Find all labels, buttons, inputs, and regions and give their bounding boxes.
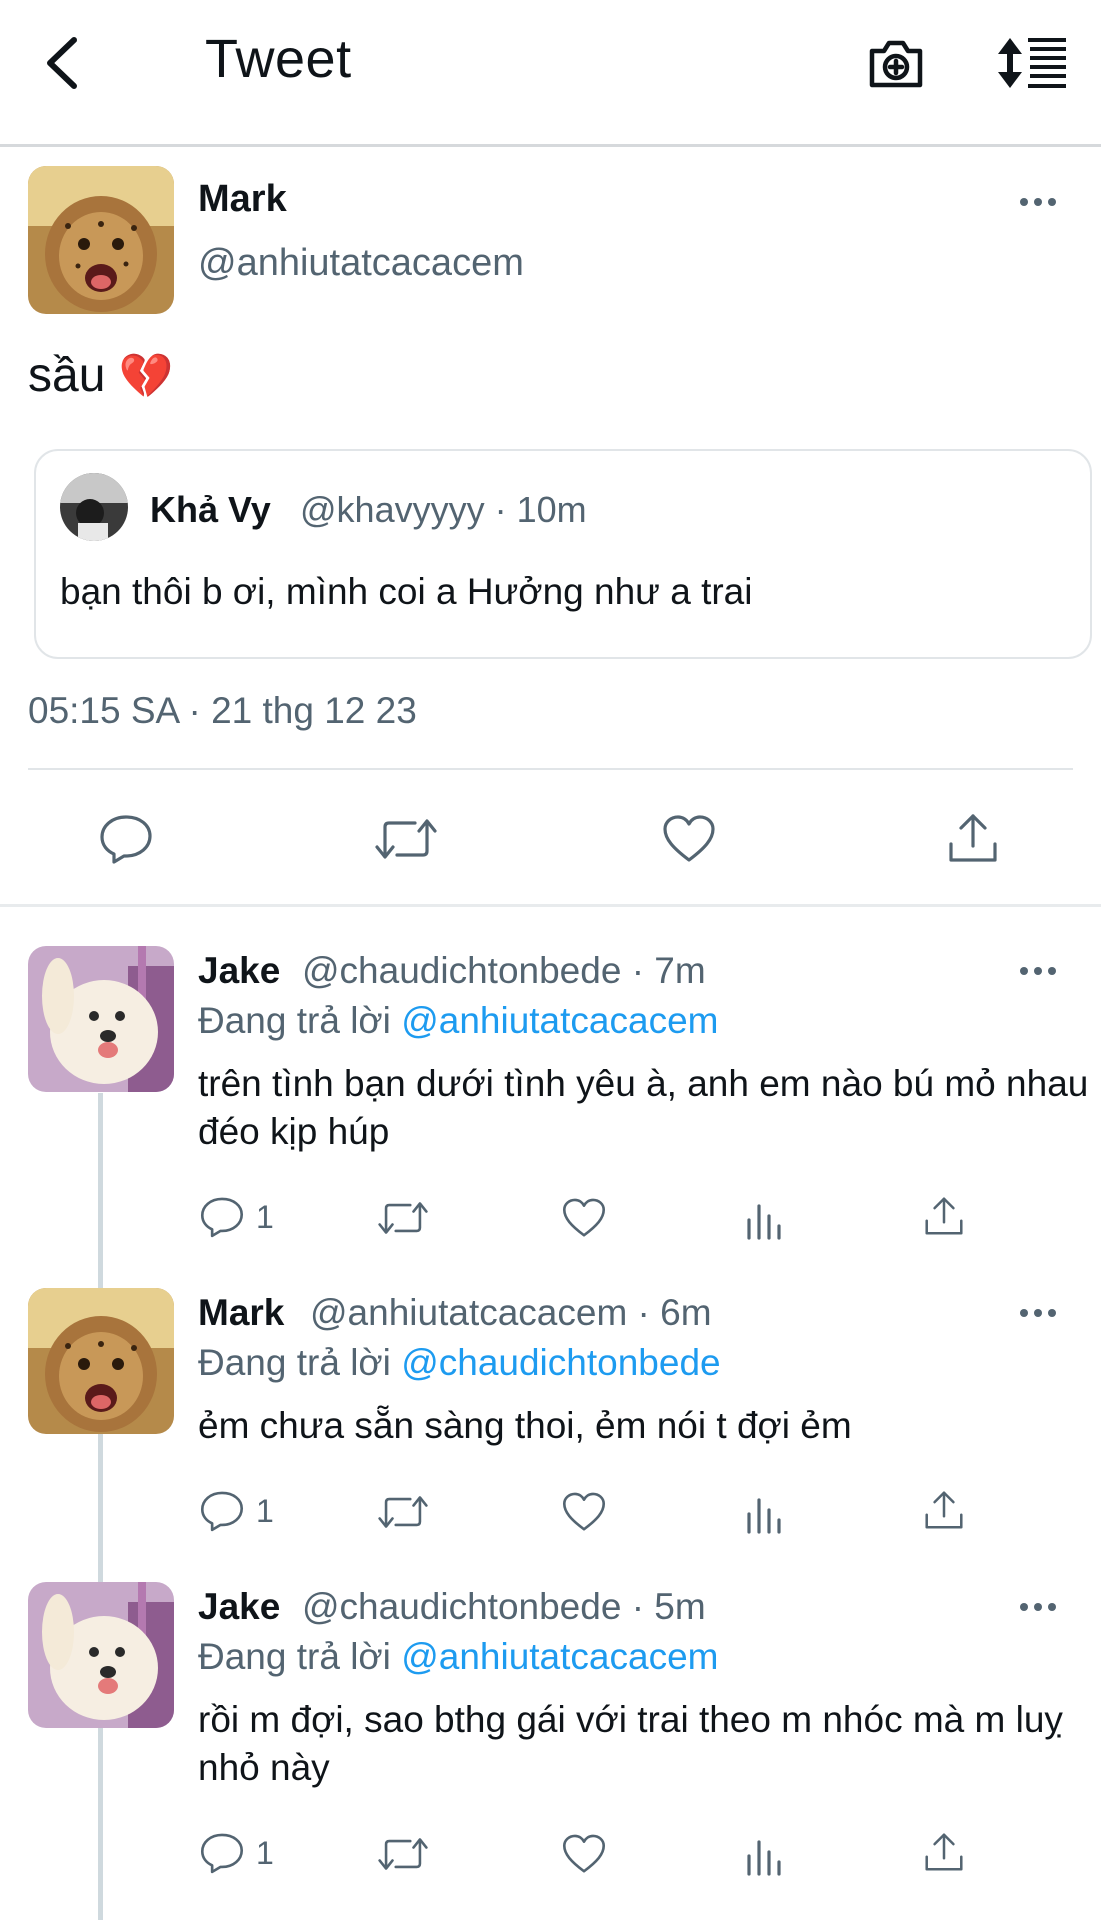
replying-to-handle[interactable]: @anhiutatcacacem <box>401 1636 718 1677</box>
comment-icon[interactable] <box>199 1489 245 1533</box>
quote-meta: @khavyyyy · 10m <box>300 489 587 530</box>
comment-icon[interactable] <box>199 1831 245 1875</box>
thread-line <box>98 1093 103 1920</box>
replying-to: Đang trả lời @anhiutatcacacem <box>198 1636 718 1678</box>
heart-icon[interactable] <box>661 813 717 865</box>
retweet-icon[interactable] <box>375 815 437 863</box>
more-icon[interactable] <box>1020 198 1056 206</box>
share-icon[interactable] <box>922 1830 966 1874</box>
retweet-icon[interactable] <box>378 1198 428 1238</box>
author-name[interactable]: Mark <box>198 178 287 221</box>
share-icon[interactable] <box>945 810 1001 866</box>
reply-meta: @chaudichtonbede · 5m <box>302 1586 706 1627</box>
quote-avatar <box>60 473 128 541</box>
heart-icon[interactable] <box>561 1832 607 1876</box>
page-title: Tweet <box>205 29 352 89</box>
analytics-icon[interactable] <box>745 1492 785 1534</box>
retweet-icon[interactable] <box>378 1834 428 1874</box>
replying-to: Đang trả lời @anhiutatcacacem <box>198 1000 718 1042</box>
heart-icon[interactable] <box>561 1196 607 1240</box>
broken-heart-emoji: 💔 <box>118 352 174 401</box>
reply-text: trên tình bạn dưới tình yêu à, anh em nà… <box>198 1063 1089 1152</box>
analytics-icon[interactable] <box>745 1834 785 1876</box>
share-icon[interactable] <box>922 1194 966 1238</box>
reply-text: ẻm chưa sẵn sàng thoi, ẻm nói t đợi ẻm <box>198 1405 852 1446</box>
header-bar: Tweet <box>0 0 1101 147</box>
reply-count: 1 <box>256 1199 274 1235</box>
replying-to-prefix: Đang trả lời <box>198 1636 391 1677</box>
quote-author-name: Khả Vy <box>150 489 271 530</box>
tweet-text: sầu 💔 <box>28 348 174 403</box>
avatar[interactable] <box>28 1288 174 1434</box>
comment-icon[interactable] <box>98 813 154 865</box>
reply-text: rồi m đợi, sao bthg gái với trai theo m … <box>198 1699 1063 1788</box>
reply-author-name[interactable]: Jake <box>198 950 280 992</box>
more-icon[interactable] <box>1020 967 1056 975</box>
tweet-timestamp: 05:15 SA · 21 thg 12 23 <box>28 690 417 731</box>
analytics-icon[interactable] <box>745 1198 785 1240</box>
reply-meta: @anhiutatcacacem · 6m <box>310 1292 712 1333</box>
avatar[interactable] <box>28 166 174 314</box>
heart-icon[interactable] <box>561 1490 607 1534</box>
replying-to: Đang trả lời @chaudichtonbede <box>198 1342 721 1384</box>
quoted-tweet[interactable]: Khả Vy @khavyyyy · 10m bạn thôi b ơi, mì… <box>34 449 1092 659</box>
reply-author-name[interactable]: Mark <box>198 1292 284 1334</box>
avatar[interactable] <box>28 946 174 1092</box>
camera-plus-icon[interactable] <box>866 34 926 94</box>
reply-meta: @chaudichtonbede · 7m <box>302 950 706 991</box>
replying-to-prefix: Đang trả lời <box>198 1000 391 1041</box>
replying-to-handle[interactable]: @chaudichtonbede <box>401 1342 720 1383</box>
divider <box>28 768 1073 770</box>
more-icon[interactable] <box>1020 1603 1056 1611</box>
sort-icon[interactable] <box>996 34 1068 92</box>
replying-to-handle[interactable]: @anhiutatcacacem <box>401 1000 718 1041</box>
comment-icon[interactable] <box>199 1195 245 1239</box>
more-icon[interactable] <box>1020 1309 1056 1317</box>
retweet-icon[interactable] <box>378 1492 428 1532</box>
reply-author-name[interactable]: Jake <box>198 1586 280 1628</box>
tweet-text-content: sầu <box>28 349 106 402</box>
reply-count: 1 <box>256 1493 274 1529</box>
chevron-left-icon[interactable] <box>40 34 84 92</box>
replying-to-prefix: Đang trả lời <box>198 1342 391 1383</box>
reply-count: 1 <box>256 1835 274 1871</box>
avatar[interactable] <box>28 1582 174 1728</box>
share-icon[interactable] <box>922 1488 966 1532</box>
section-divider <box>0 904 1101 907</box>
quote-text: bạn thôi b ơi, mình coi a Hưởng như a tr… <box>60 571 753 612</box>
author-handle[interactable]: @anhiutatcacacem <box>198 242 524 285</box>
